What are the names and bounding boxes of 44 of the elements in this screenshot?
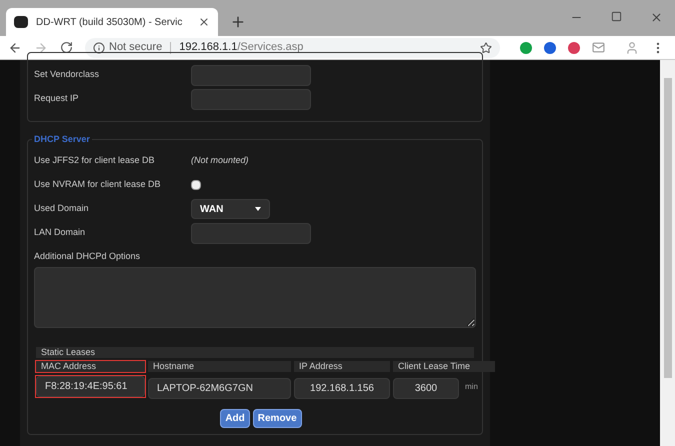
unit-label: min — [465, 380, 479, 392]
scrollbar-thumb[interactable] — [664, 78, 672, 378]
column-header: MAC Address — [36, 360, 145, 372]
field-label: Use JFFS2 for client lease DB — [34, 154, 156, 168]
maximize-icon[interactable] — [611, 11, 622, 22]
mac-address-field[interactable]: F8:28:19:4E:95:61 — [36, 376, 145, 397]
field-label: LAN Domain — [34, 226, 86, 240]
caret-icon — [255, 207, 261, 211]
field-label: Use NVRAM for client lease DB — [34, 178, 162, 192]
info-icon — [93, 42, 105, 54]
browser-tab[interactable]: DD-WRT (build 35030M) - Servic — [6, 8, 218, 36]
column-header: Hostname — [148, 360, 291, 372]
bookmark-star-icon[interactable] — [480, 42, 492, 54]
extension-icon[interactable] — [520, 42, 532, 54]
checkbox[interactable] — [191, 180, 201, 190]
new-tab-icon[interactable] — [230, 14, 246, 30]
back-icon[interactable] — [8, 40, 22, 54]
reload-icon[interactable] — [60, 41, 73, 54]
field-label: Additional DHCPd Options — [34, 250, 142, 263]
ip-address-field[interactable]: 192.168.1.156 — [294, 378, 390, 398]
hostname-field[interactable]: LAPTOP-62M6G7GN — [148, 378, 291, 398]
close-icon[interactable] — [650, 11, 663, 24]
profile-icon[interactable] — [625, 40, 639, 54]
extension-icon[interactable] — [568, 42, 580, 54]
field-label: Set Vendorclass — [34, 68, 100, 82]
extension-icon[interactable] — [544, 42, 556, 54]
remove-button[interactable]: Remove — [252, 408, 302, 428]
input-field[interactable] — [191, 64, 311, 86]
add-button[interactable]: Add — [220, 408, 250, 428]
domain-select[interactable]: WAN — [191, 199, 270, 219]
lease-time-field[interactable]: 3600 — [393, 378, 459, 398]
mail-icon[interactable] — [592, 41, 605, 54]
field-label: Used Domain — [34, 202, 90, 216]
input-field[interactable] — [191, 222, 311, 244]
tab-title: DD-WRT (build 35030M) - Servic — [36, 16, 184, 30]
column-header: IP Address — [294, 360, 390, 372]
status-text: (Not mounted) — [191, 154, 249, 168]
column-header: Client Lease Time — [393, 360, 495, 372]
forward-icon[interactable] — [34, 40, 48, 54]
table-title: Static Leases — [36, 346, 474, 358]
input-field[interactable] — [191, 88, 311, 110]
address-bar[interactable]: Not secure 192.168.1.1/Services.asp — [85, 38, 500, 58]
field-label: Request IP — [34, 92, 80, 106]
close-icon[interactable] — [198, 16, 210, 28]
